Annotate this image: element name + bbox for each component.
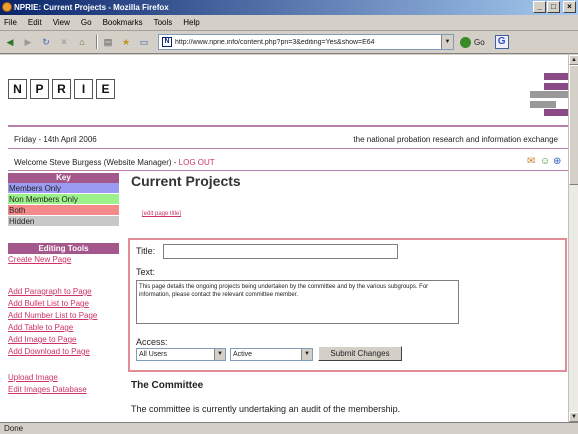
firefox-icon bbox=[2, 2, 12, 12]
go-label: Go bbox=[474, 37, 485, 47]
menu-tools[interactable]: Tools bbox=[154, 18, 173, 27]
address-bar[interactable]: N http://www.nprie.info/content.php?pn=3… bbox=[158, 34, 454, 50]
site-favicon-icon: N bbox=[162, 37, 172, 47]
logo-letter: E bbox=[96, 79, 115, 99]
menu-bookmarks[interactable]: Bookmarks bbox=[103, 18, 143, 27]
menu-file[interactable]: File bbox=[4, 18, 17, 27]
add-table-link[interactable]: Add Table to Page bbox=[8, 322, 119, 334]
key-members-only: Members Only bbox=[8, 183, 119, 194]
sidebar: Key Members Only Non Members Only Both H… bbox=[8, 173, 119, 396]
section-text: The committee is currently undertaking a… bbox=[131, 404, 401, 414]
edit-page-title-link[interactable]: [edit page title] bbox=[142, 211, 181, 217]
welcome-message: Welcome Steve Burgess (Website Manager) … bbox=[14, 158, 215, 167]
menu-help[interactable]: Help bbox=[183, 18, 199, 27]
window-title-bar: NPRIE: Current Projects - Mozilla Firefo… bbox=[0, 0, 578, 15]
add-download-link[interactable]: Add Download to Page bbox=[8, 346, 119, 358]
submit-changes-button[interactable]: Submit Changes bbox=[318, 346, 402, 361]
url-text[interactable]: http://www.nprie.info/content.php?pn=3&e… bbox=[175, 39, 441, 46]
key-non-members-only: Non Members Only bbox=[8, 194, 119, 205]
menu-edit[interactable]: Edit bbox=[28, 18, 42, 27]
reload-icon[interactable]: ↻ bbox=[39, 35, 53, 49]
mail-icon[interactable]: ✉ bbox=[527, 156, 538, 167]
key-both: Both bbox=[8, 205, 119, 216]
search-engine-icon[interactable]: G bbox=[494, 35, 509, 49]
edit-paragraph-form: Title: Text: This page details the ongoi… bbox=[128, 238, 567, 372]
print-icon[interactable]: ▤ bbox=[101, 35, 115, 49]
sitemap-icon[interactable]: ⊕ bbox=[553, 156, 564, 167]
title-label: Title: bbox=[136, 246, 156, 256]
editing-tools-header: Editing Tools bbox=[8, 243, 119, 254]
menu-view[interactable]: View bbox=[53, 18, 70, 27]
welcome-text: Welcome Steve Burgess (Website Manager) … bbox=[14, 158, 177, 167]
edit-images-database-link[interactable]: Edit Images Database bbox=[8, 384, 119, 396]
menu-bar: File Edit View Go Bookmarks Tools Help bbox=[0, 15, 578, 31]
status-select[interactable]: Active ▼ bbox=[230, 348, 313, 361]
upload-image-link[interactable]: Upload Image bbox=[8, 372, 119, 384]
chevron-down-icon: ▼ bbox=[301, 349, 312, 360]
back-icon[interactable]: ◀ bbox=[3, 35, 17, 49]
window-icon[interactable]: ▭ bbox=[137, 35, 151, 49]
navigation-toolbar: ◀ ▶ ↻ ✕ ⌂ ▤ ★ ▭ N http://www.nprie.info/… bbox=[0, 31, 578, 54]
go-button[interactable]: Go bbox=[460, 36, 485, 48]
minimize-button[interactable]: _ bbox=[533, 1, 546, 13]
window-title: NPRIE: Current Projects - Mozilla Firefo… bbox=[14, 3, 169, 12]
forward-icon[interactable]: ▶ bbox=[21, 35, 35, 49]
date-divider bbox=[8, 148, 568, 149]
add-bullet-list-link[interactable]: Add Bullet List to Page bbox=[8, 298, 119, 310]
access-select[interactable]: All Users ▼ bbox=[136, 348, 226, 361]
logout-link[interactable]: LOG OUT bbox=[179, 158, 215, 167]
url-dropdown-icon[interactable]: ▼ bbox=[441, 35, 453, 49]
close-button[interactable]: × bbox=[563, 1, 576, 13]
scroll-up-icon[interactable]: ▲ bbox=[569, 55, 578, 65]
main-content: Current Projects [edit page title] bbox=[131, 173, 568, 217]
toolbar-separator bbox=[96, 35, 98, 49]
scrollbar-thumb[interactable] bbox=[569, 65, 578, 185]
logo-letter: P bbox=[30, 79, 49, 99]
add-paragraph-link[interactable]: Add Paragraph to Page bbox=[8, 286, 119, 298]
menu-go[interactable]: Go bbox=[81, 18, 92, 27]
bookmark-icon[interactable]: ★ bbox=[119, 35, 133, 49]
chevron-down-icon: ▼ bbox=[214, 349, 225, 360]
home-icon[interactable]: ⌂ bbox=[75, 35, 89, 49]
access-select-value: All Users bbox=[139, 351, 168, 358]
page-title: Current Projects bbox=[131, 173, 241, 189]
logo-bars-graphic bbox=[530, 73, 568, 116]
maximize-button[interactable]: □ bbox=[547, 1, 560, 13]
status-bar: Done bbox=[0, 422, 578, 434]
text-area[interactable]: This page details the ongoing projects b… bbox=[136, 280, 459, 324]
text-label: Text: bbox=[136, 267, 156, 277]
stop-icon[interactable]: ✕ bbox=[57, 35, 71, 49]
user-icons: ✉ ☺ ⊕ bbox=[527, 156, 564, 167]
add-number-list-link[interactable]: Add Number List to Page bbox=[8, 310, 119, 322]
go-icon bbox=[460, 36, 471, 48]
page-viewport: N P R I E Friday - 14th April 2006 the n… bbox=[0, 55, 568, 422]
key-hidden: Hidden bbox=[8, 216, 119, 227]
header-divider bbox=[8, 125, 568, 127]
site-logo[interactable]: N P R I E bbox=[8, 79, 118, 99]
logo-letter: R bbox=[52, 79, 71, 99]
logo-letter: N bbox=[8, 79, 27, 99]
site-tagline: the national probation research and info… bbox=[353, 135, 558, 144]
logo-letter: I bbox=[74, 79, 93, 99]
section-heading: The Committee bbox=[131, 380, 204, 391]
status-select-value: Active bbox=[233, 351, 253, 358]
welcome-divider bbox=[8, 170, 568, 171]
current-date: Friday - 14th April 2006 bbox=[14, 135, 97, 144]
key-header: Key bbox=[8, 173, 119, 183]
access-label: Access: bbox=[136, 337, 168, 347]
vertical-scrollbar[interactable]: ▲ ▼ bbox=[568, 55, 578, 422]
scroll-down-icon[interactable]: ▼ bbox=[569, 412, 578, 422]
title-input[interactable] bbox=[163, 244, 398, 259]
add-image-link[interactable]: Add Image to Page bbox=[8, 334, 119, 346]
users-icon[interactable]: ☺ bbox=[540, 156, 551, 167]
create-new-page-link[interactable]: Create New Page bbox=[8, 254, 119, 266]
